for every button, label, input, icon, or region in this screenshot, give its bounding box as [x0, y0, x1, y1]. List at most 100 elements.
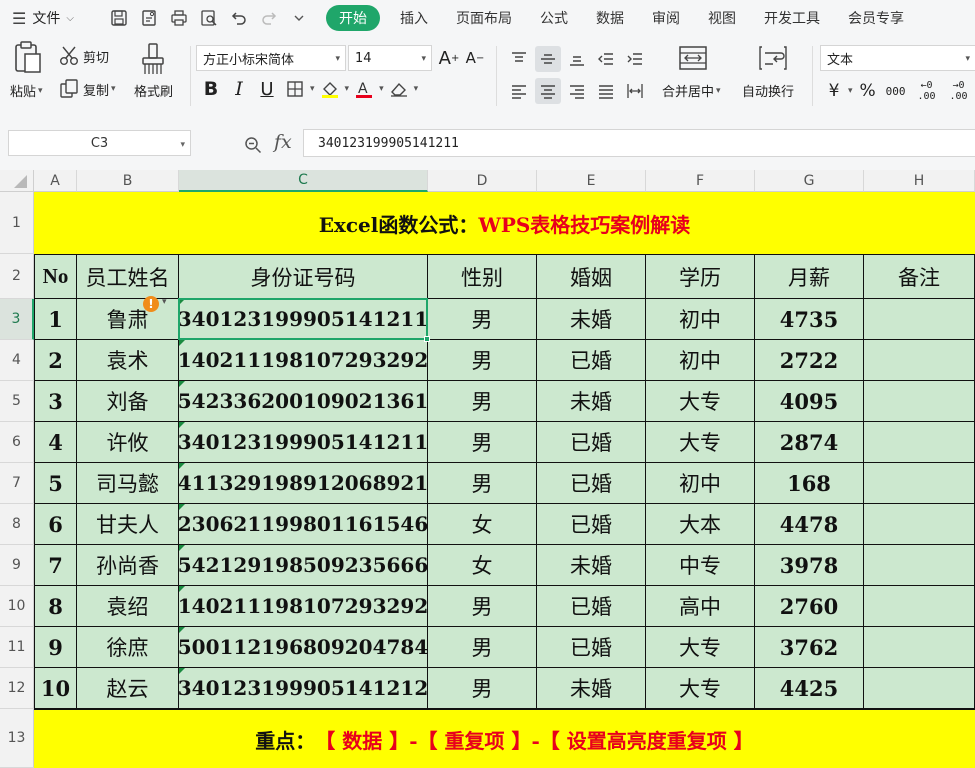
save-icon[interactable]	[104, 3, 134, 33]
cut-button[interactable]: 剪切	[58, 45, 109, 67]
table-cell[interactable]: 未婚	[537, 545, 646, 586]
font-size-select[interactable]: 14 ▾	[348, 45, 432, 71]
remark-cell[interactable]	[864, 422, 975, 463]
merge-center-button[interactable]: 合并居中 ▾	[662, 81, 721, 100]
table-cell[interactable]: 340123199905141211	[178, 299, 428, 340]
ribbon-tab[interactable]: 会员专享	[834, 5, 918, 31]
remark-cell[interactable]	[864, 340, 975, 381]
table-cell[interactable]: 230621199801161546	[178, 504, 428, 545]
column-title-cell[interactable]: No	[34, 254, 77, 299]
clear-format-icon[interactable]	[386, 76, 412, 102]
table-cell[interactable]: 未婚	[537, 299, 646, 340]
wrap-text-button[interactable]: 自动换行	[742, 81, 794, 100]
wrap-text-icon[interactable]	[758, 44, 788, 72]
file-menu[interactable]: ☰ 文件 ⌵	[0, 8, 104, 28]
indent-increase-icon[interactable]	[622, 46, 648, 72]
remark-cell[interactable]	[864, 586, 975, 627]
table-cell[interactable]: 袁绍	[77, 586, 179, 627]
table-cell[interactable]: 未婚	[537, 668, 646, 709]
row-header[interactable]: 4	[0, 340, 34, 381]
table-cell[interactable]: 男	[428, 299, 537, 340]
column-title-cell[interactable]: 婚姻	[537, 254, 646, 299]
format-painter-button[interactable]	[140, 42, 166, 76]
align-top-icon[interactable]	[506, 46, 532, 72]
table-cell[interactable]: 3762	[755, 627, 864, 668]
number-format-select[interactable]: 文本 ▾	[820, 45, 975, 71]
ribbon-tab[interactable]: 开发工具	[750, 5, 834, 31]
column-title-cell[interactable]: 月薪	[755, 254, 864, 299]
column-title-cell[interactable]: 员工姓名	[77, 254, 179, 299]
table-cell[interactable]: 已婚	[537, 340, 646, 381]
table-cell[interactable]: 340123199905141212	[178, 668, 428, 709]
table-cell[interactable]: 已婚	[537, 504, 646, 545]
table-cell[interactable]: 未婚	[537, 381, 646, 422]
thousands-separator-icon[interactable]: 000	[883, 78, 909, 104]
table-cell[interactable]: 10	[34, 668, 77, 709]
copy-button[interactable]: 复制 ▾	[58, 78, 116, 100]
remark-cell[interactable]	[864, 668, 975, 709]
column-title-cell[interactable]: 性别	[428, 254, 537, 299]
table-cell[interactable]: 3978	[755, 545, 864, 586]
table-cell[interactable]: 4735	[755, 299, 864, 340]
remark-cell[interactable]	[864, 463, 975, 504]
table-cell[interactable]: 男	[428, 627, 537, 668]
formula-input[interactable]: 340123199905141211	[303, 129, 975, 157]
table-cell[interactable]: 男	[428, 422, 537, 463]
table-cell[interactable]: 2874	[755, 422, 864, 463]
print-preview-icon[interactable]	[194, 3, 224, 33]
row-header[interactable]: 1	[0, 192, 34, 254]
table-cell[interactable]: 高中	[646, 586, 755, 627]
ribbon-tab[interactable]: 插入	[386, 5, 442, 31]
ribbon-tab[interactable]: 审阅	[638, 5, 694, 31]
table-cell[interactable]: 徐庶	[77, 627, 179, 668]
table-cell[interactable]: 大专	[646, 668, 755, 709]
column-header[interactable]: D	[428, 170, 537, 192]
footer-note-cell[interactable]: 重点：【 数据 】-【 重复项 】-【 设置高亮度重复项 】	[34, 709, 975, 768]
table-cell[interactable]: 已婚	[537, 422, 646, 463]
column-header[interactable]: E	[537, 170, 646, 192]
merge-center-icon[interactable]	[678, 44, 708, 72]
table-cell[interactable]: 已婚	[537, 463, 646, 504]
row-header[interactable]: 5	[0, 381, 34, 422]
table-cell[interactable]: 140211198107293292	[178, 586, 428, 627]
table-cell[interactable]: 8	[34, 586, 77, 627]
decrease-decimal-icon[interactable]: →0.00	[945, 78, 973, 104]
table-cell[interactable]: 已婚	[537, 627, 646, 668]
column-header[interactable]: B	[77, 170, 179, 192]
table-cell[interactable]: 大专	[646, 381, 755, 422]
justify-icon[interactable]	[593, 78, 619, 104]
align-right-icon[interactable]	[564, 78, 590, 104]
row-header[interactable]: 7	[0, 463, 34, 504]
column-title-cell[interactable]: 学历	[646, 254, 755, 299]
align-center-icon[interactable]	[535, 78, 561, 104]
table-cell[interactable]: 男	[428, 668, 537, 709]
table-cell[interactable]: 男	[428, 586, 537, 627]
column-header[interactable]: A	[34, 170, 77, 192]
column-header[interactable]: F	[646, 170, 755, 192]
table-cell[interactable]: 初中	[646, 299, 755, 340]
table-cell[interactable]: 140211198107293292	[178, 340, 428, 381]
row-header[interactable]: 2	[0, 254, 34, 299]
column-title-cell[interactable]: 身份证号码	[179, 254, 428, 299]
table-cell[interactable]: 女	[428, 504, 537, 545]
chevron-down-icon[interactable]: ▾	[414, 84, 419, 94]
table-cell[interactable]: 3	[34, 381, 77, 422]
remark-cell[interactable]	[864, 545, 975, 586]
column-header[interactable]: C	[179, 170, 428, 192]
table-cell[interactable]: 孙尚香	[77, 545, 179, 586]
font-shrink-icon[interactable]: A −	[462, 45, 488, 71]
indent-decrease-icon[interactable]	[593, 46, 619, 72]
remark-cell[interactable]	[864, 627, 975, 668]
row-header[interactable]: 10	[0, 586, 34, 627]
align-bottom-icon[interactable]	[564, 46, 590, 72]
table-cell[interactable]: 7	[34, 545, 77, 586]
border-icon[interactable]	[282, 76, 308, 102]
fx-icon[interactable]: fx	[274, 131, 292, 153]
table-cell[interactable]: 赵云	[77, 668, 179, 709]
ribbon-tab[interactable]: 数据	[582, 5, 638, 31]
font-grow-icon[interactable]: A +	[436, 45, 462, 71]
table-cell[interactable]: 中专	[646, 545, 755, 586]
column-header[interactable]: H	[864, 170, 975, 192]
table-cell[interactable]: 初中	[646, 340, 755, 381]
table-cell[interactable]: 411329198912068921	[178, 463, 428, 504]
